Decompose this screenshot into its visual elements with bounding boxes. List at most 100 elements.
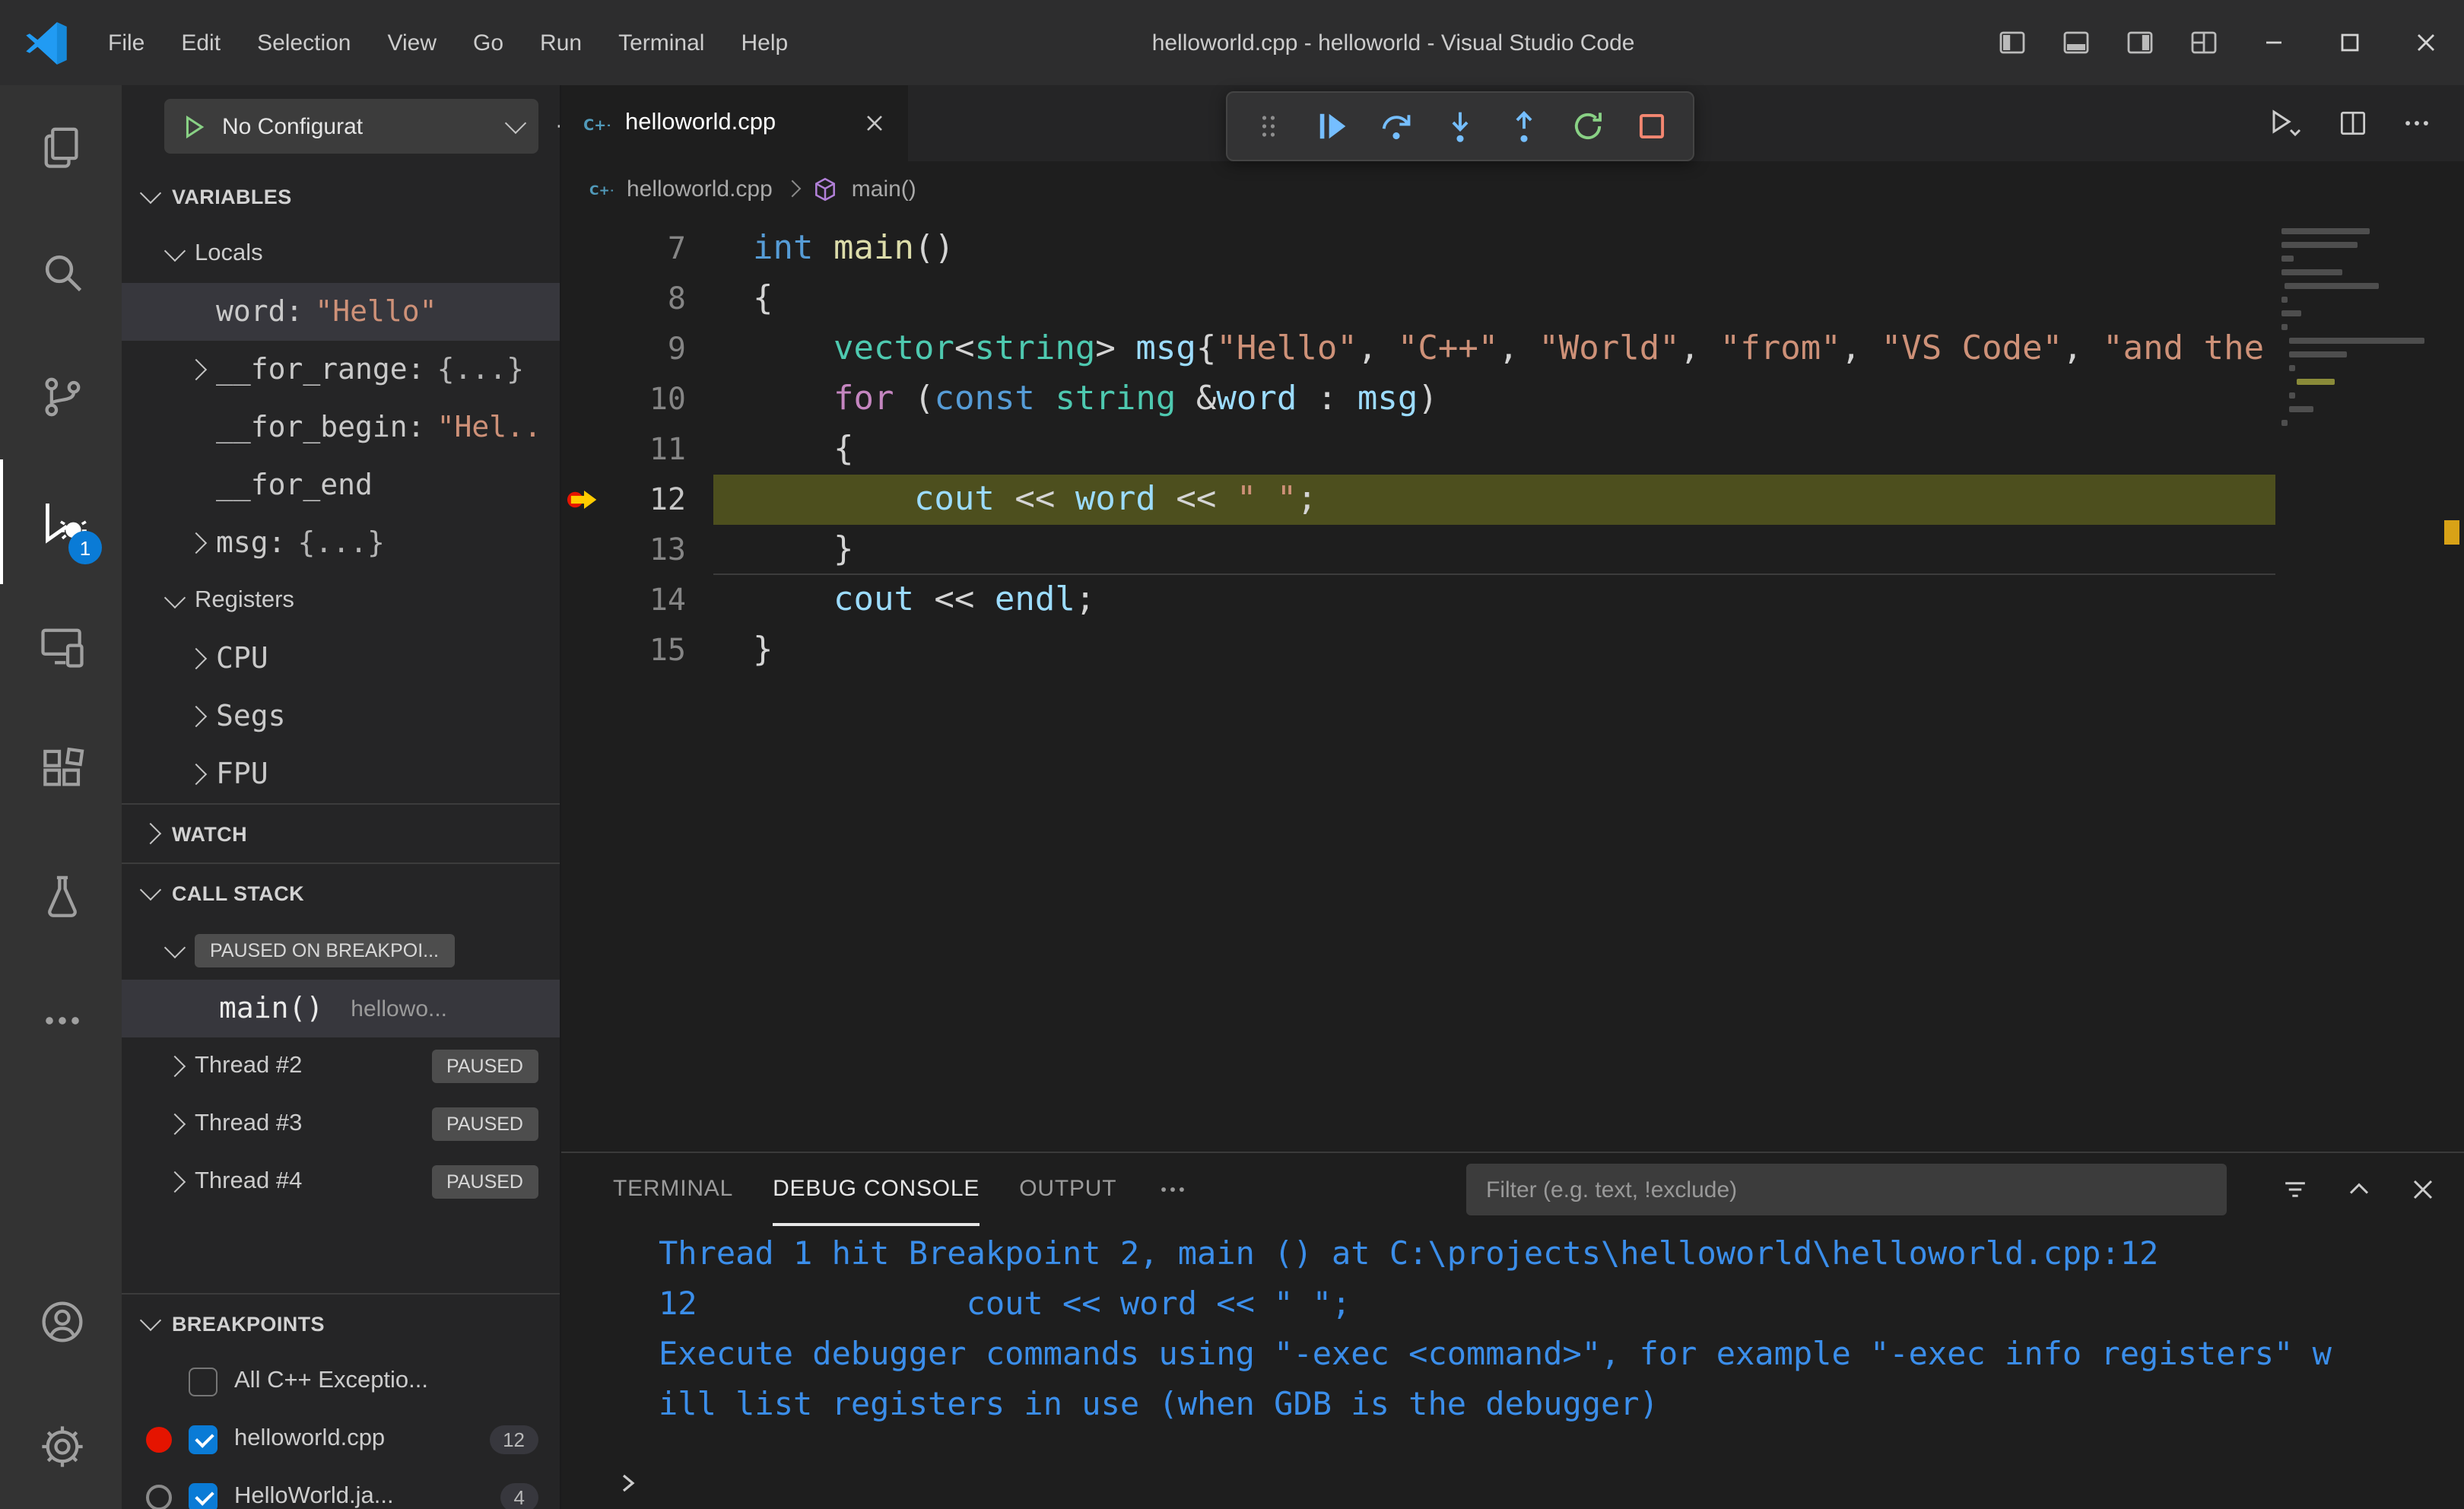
console-prompt[interactable] xyxy=(561,1457,2464,1509)
breadcrumb-symbol[interactable]: main() xyxy=(852,176,916,202)
debug-step-into-icon[interactable] xyxy=(1431,97,1489,155)
code-line[interactable]: 15} xyxy=(561,625,2464,675)
customize-layout-icon[interactable] xyxy=(2172,0,2236,85)
activitybar-run-debug[interactable]: 1 xyxy=(0,459,122,584)
minimize-button[interactable] xyxy=(2236,0,2312,85)
activitybar-accounts[interactable] xyxy=(0,1260,122,1384)
more-actions-icon[interactable] xyxy=(2400,106,2434,140)
code-line[interactable]: 10 for (const string &word : msg) xyxy=(561,374,2464,424)
toggle-primary-sidebar-icon[interactable] xyxy=(1980,0,2044,85)
breakpoint-checkbox[interactable] xyxy=(189,1425,218,1453)
debug-current-line-arrow-icon[interactable] xyxy=(561,475,607,525)
thread-row[interactable]: Thread #4 PAUSED xyxy=(122,1153,560,1211)
debug-config-dropdown[interactable]: No Configurat xyxy=(164,99,538,154)
breakpoint-row[interactable]: helloworld.cpp 12 xyxy=(122,1410,560,1468)
breakpoint-row[interactable]: All C++ Exceptio... xyxy=(122,1352,560,1410)
code-line[interactable]: 11 { xyxy=(561,424,2464,475)
tab-helloworld-cpp[interactable]: C++ helloworld.cpp xyxy=(561,85,908,161)
variables-section-header[interactable]: VARIABLES xyxy=(122,167,560,225)
debug-console-output[interactable]: Thread 1 hit Breakpoint 2, main () at C:… xyxy=(561,1226,2464,1457)
split-editor-icon[interactable] xyxy=(2336,106,2370,140)
minimap[interactable] xyxy=(2281,228,2437,434)
menu-help[interactable]: Help xyxy=(722,0,806,85)
variable-value: "Hello" xyxy=(315,295,437,329)
menu-terminal[interactable]: Terminal xyxy=(600,0,722,85)
activitybar-settings[interactable] xyxy=(0,1384,122,1509)
variable-row[interactable]: msg: {...} xyxy=(122,514,560,572)
debug-badge: 1 xyxy=(68,531,102,564)
code-line[interactable]: 14 cout << endl; xyxy=(561,575,2464,625)
variable-row[interactable]: __for_end xyxy=(122,456,560,514)
run-menu-icon[interactable] xyxy=(2266,106,2306,140)
activitybar-extensions[interactable] xyxy=(0,709,122,834)
panel-tab-debug-console[interactable]: DEBUG CONSOLE xyxy=(773,1153,980,1226)
menu-go[interactable]: Go xyxy=(455,0,522,85)
breakpoint-gutter[interactable] xyxy=(561,224,607,274)
watch-section-header[interactable]: WATCH xyxy=(122,803,560,863)
menu-edit[interactable]: Edit xyxy=(163,0,239,85)
code-editor[interactable]: 7 int main() 8{9 vector<string> msg{"Hello… xyxy=(561,216,2464,1152)
panel-tab-terminal[interactable]: TERMINAL xyxy=(613,1153,733,1226)
breakpoint-checkbox[interactable] xyxy=(189,1482,218,1509)
debug-step-over-icon[interactable] xyxy=(1367,97,1425,155)
panel-more-icon[interactable] xyxy=(1156,1173,1189,1206)
activitybar-source-control[interactable] xyxy=(0,335,122,459)
registers-group-row[interactable]: Registers xyxy=(122,572,560,630)
tab-close-icon[interactable] xyxy=(862,111,887,135)
toggle-panel-icon[interactable] xyxy=(2044,0,2108,85)
code-line[interactable]: 13 } xyxy=(561,525,2464,575)
breakpoint-gutter[interactable] xyxy=(561,424,607,475)
call-stack-section-header[interactable]: CALL STACK xyxy=(122,863,560,922)
close-button[interactable] xyxy=(2388,0,2464,85)
locals-group-row[interactable]: Locals xyxy=(122,225,560,283)
breadcrumb-file[interactable]: helloworld.cpp xyxy=(627,176,773,202)
code-line[interactable]: 9 vector<string> msg{"Hello", "C++", "Wo… xyxy=(561,324,2464,374)
activitybar-remote-explorer[interactable] xyxy=(0,584,122,709)
breakpoint-gutter[interactable] xyxy=(561,625,607,675)
breakpoint-gutter[interactable] xyxy=(561,324,607,374)
debug-restart-icon[interactable] xyxy=(1559,97,1617,155)
code-line[interactable]: 7 int main() xyxy=(561,224,2464,274)
breakpoint-checkbox[interactable] xyxy=(189,1367,218,1396)
menu-selection[interactable]: Selection xyxy=(239,0,369,85)
maximize-panel-icon[interactable] xyxy=(2342,1173,2376,1206)
activitybar-more[interactable] xyxy=(0,958,122,1083)
close-panel-icon[interactable] xyxy=(2406,1173,2440,1206)
menu-file[interactable]: File xyxy=(90,0,163,85)
breakpoint-gutter[interactable] xyxy=(561,374,607,424)
activitybar-search[interactable] xyxy=(0,210,122,335)
stack-frame-row[interactable]: main() hellowo... xyxy=(122,980,560,1037)
debug-settings-gear-icon[interactable] xyxy=(554,106,560,146)
menu-run[interactable]: Run xyxy=(522,0,600,85)
breakpoint-row[interactable]: HelloWorld.ja... 4 xyxy=(122,1468,560,1509)
breakpoints-section-header[interactable]: BREAKPOINTS xyxy=(122,1293,560,1352)
activitybar-explorer[interactable] xyxy=(0,85,122,210)
overview-ruler[interactable] xyxy=(2440,216,2464,1152)
toolbar-drag-handle[interactable] xyxy=(1240,97,1297,155)
menu-view[interactable]: View xyxy=(370,0,456,85)
debug-stop-icon[interactable] xyxy=(1623,97,1681,155)
variable-row[interactable]: word: "Hello" xyxy=(122,283,560,341)
register-group-row[interactable]: FPU xyxy=(122,745,560,803)
filter-icon[interactable] xyxy=(2278,1173,2312,1206)
debug-step-out-icon[interactable] xyxy=(1495,97,1553,155)
variable-row[interactable]: __for_range: {...} xyxy=(122,341,560,399)
thread-row[interactable]: Thread #2 PAUSED xyxy=(122,1037,560,1095)
code-line[interactable]: 12 cout << word << " "; xyxy=(561,475,2464,525)
thread-row[interactable]: Thread #3 PAUSED xyxy=(122,1095,560,1153)
activitybar-testing[interactable] xyxy=(0,834,122,958)
toggle-secondary-sidebar-icon[interactable] xyxy=(2108,0,2172,85)
breakpoint-gutter[interactable] xyxy=(561,575,607,625)
variable-row[interactable]: __for_begin: "Hel... xyxy=(122,399,560,456)
start-debug-icon[interactable] xyxy=(179,112,208,141)
debug-session-row[interactable]: PAUSED ON BREAKPOI... xyxy=(122,922,560,980)
panel-tab-output[interactable]: OUTPUT xyxy=(1019,1153,1116,1226)
register-group-row[interactable]: Segs xyxy=(122,688,560,745)
register-group-row[interactable]: CPU xyxy=(122,630,560,688)
breakpoint-gutter[interactable] xyxy=(561,525,607,575)
breakpoint-gutter[interactable] xyxy=(561,274,607,324)
console-filter-input[interactable] xyxy=(1466,1164,2227,1215)
maximize-button[interactable] xyxy=(2312,0,2388,85)
debug-continue-icon[interactable] xyxy=(1303,97,1361,155)
code-line[interactable]: 8{ xyxy=(561,274,2464,324)
